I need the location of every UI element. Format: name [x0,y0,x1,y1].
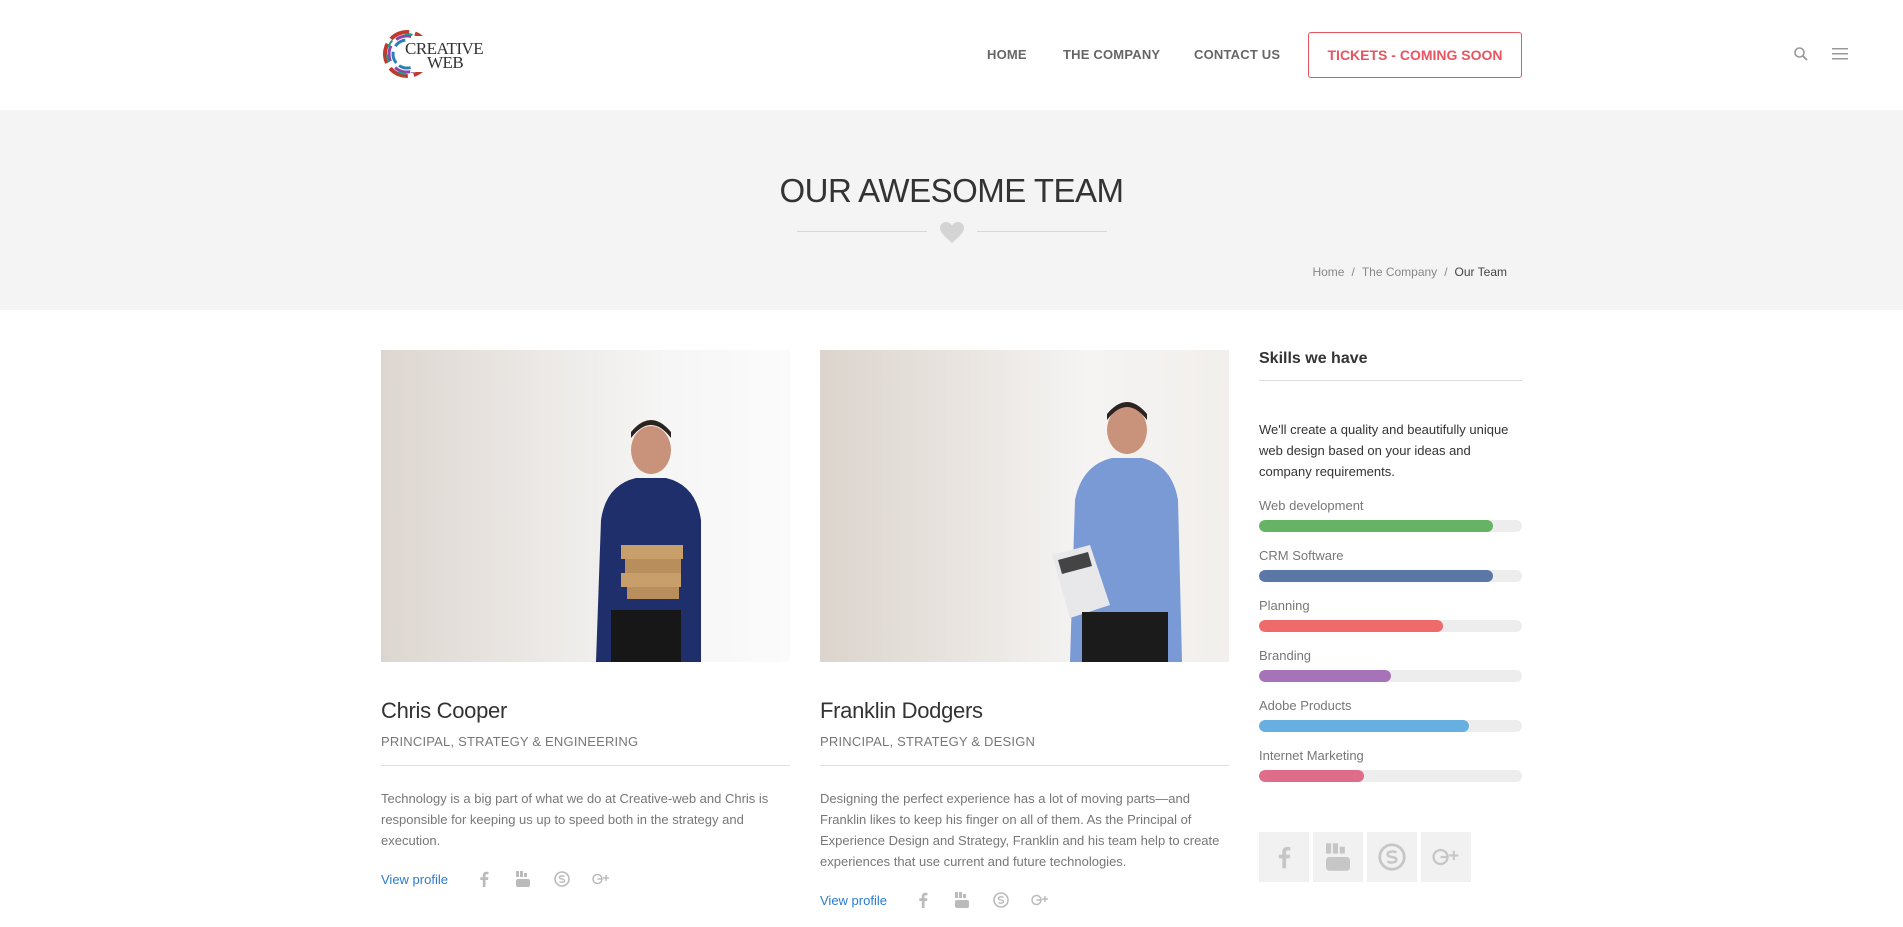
team-member-card: Franklin Dodgers PRINCIPAL, STRATEGY & D… [820,350,1229,910]
breadcrumb-current: Our Team [1454,265,1507,279]
team-member-name: Chris Cooper [381,698,508,723]
breadcrumb-separator: / [1444,265,1448,279]
skill-item: Adobe Products [1259,698,1522,732]
card-divider [381,765,790,766]
page-title: OUR AWESOME TEAM [779,172,1124,209]
facebook-icon[interactable] [1259,832,1309,882]
skills-intro-text: We'll create a quality and beautifully u… [1259,422,1509,479]
logo-line2: WEB [427,53,464,72]
skill-item: Internet Marketing [1259,748,1522,782]
search-icon[interactable] [1793,46,1809,62]
social-links [1259,832,1522,882]
breadcrumb: Home / The Company / Our Team [1312,265,1507,279]
team-member-name: Franklin Dodgers [820,698,983,723]
nav-contact-us[interactable]: CONTACT US [1194,47,1280,62]
heart-icon [940,222,964,243]
skype-icon[interactable] [552,869,572,889]
skill-item: Web development [1259,498,1522,532]
skill-progress-fill [1259,520,1494,532]
facebook-icon[interactable] [913,890,933,910]
person-illustration [596,420,701,662]
view-profile-link[interactable]: View profile [820,893,887,908]
skill-label: Internet Marketing [1259,748,1364,763]
team-member-card: Chris Cooper PRINCIPAL, STRATEGY & ENGIN… [381,350,790,889]
tickets-button[interactable]: TICKETS - COMING SOON [1308,32,1522,78]
youtube-icon[interactable] [1313,832,1363,882]
skill-label: Web development [1259,498,1364,513]
team-member-description: Technology is a big part of what we do a… [381,791,769,848]
skill-progress-track [1259,670,1522,682]
team-member-role: PRINCIPAL, STRATEGY & ENGINEERING [381,734,639,749]
skill-progress-track [1259,620,1522,632]
skill-progress-track [1259,520,1522,532]
skills-title-divider [1259,380,1522,381]
google-plus-icon[interactable] [1421,832,1471,882]
skill-progress-track [1259,720,1522,732]
google-plus-icon[interactable] [1030,890,1050,910]
youtube-icon[interactable] [952,890,972,910]
skype-icon[interactable] [1367,832,1417,882]
team-member-photo[interactable] [820,350,1229,662]
skype-icon[interactable] [991,890,1011,910]
skill-progress-fill [1259,670,1391,682]
skill-progress-track [1259,570,1522,582]
nav-the-company[interactable]: THE COMPANY [1063,47,1160,62]
skill-progress-fill [1259,570,1494,582]
title-divider-right [977,231,1107,232]
skill-label: Adobe Products [1259,698,1352,713]
profile-row: View profile [820,890,1229,910]
skill-progress-fill [1259,720,1470,732]
team-member-role: PRINCIPAL, STRATEGY & DESIGN [820,734,1036,749]
breadcrumb-home[interactable]: Home [1312,265,1344,279]
skill-item: Planning [1259,598,1522,632]
card-divider [820,765,1229,766]
skill-progress-fill [1259,770,1365,782]
title-divider-left [797,231,927,232]
google-plus-icon[interactable] [591,869,611,889]
skill-item: Branding [1259,648,1522,682]
site-logo[interactable]: CREATIVE WEB [381,26,486,82]
skills-title: Skills we have [1259,350,1368,367]
breadcrumb-the-company[interactable]: The Company [1362,265,1437,279]
skill-label: CRM Software [1259,548,1344,563]
skill-label: Planning [1259,598,1310,613]
site-header: CREATIVE WEB HOME THE COMPANY CONTACT US… [0,0,1903,110]
facebook-icon[interactable] [474,869,494,889]
skill-progress-fill [1259,620,1444,632]
view-profile-link[interactable]: View profile [381,872,448,887]
team-member-description: Designing the perfect experience has a l… [820,791,1220,869]
profile-row: View profile [381,869,790,889]
team-member-photo[interactable] [381,350,790,662]
breadcrumb-separator: / [1351,265,1355,279]
person-illustration [1052,402,1182,662]
nav-home[interactable]: HOME [987,47,1027,62]
logo-text: CREATIVE WEB [405,40,484,72]
page-title-band: OUR AWESOME TEAM Home / The Company / Our Te… [0,110,1903,310]
skill-progress-track [1259,770,1522,782]
skills-sidebar: Skills we have We'll create a quality an… [1259,350,1522,882]
skill-label: Branding [1259,648,1312,663]
hamburger-menu-icon[interactable] [1832,47,1848,61]
youtube-icon[interactable] [513,869,533,889]
skill-item: CRM Software [1259,548,1522,582]
